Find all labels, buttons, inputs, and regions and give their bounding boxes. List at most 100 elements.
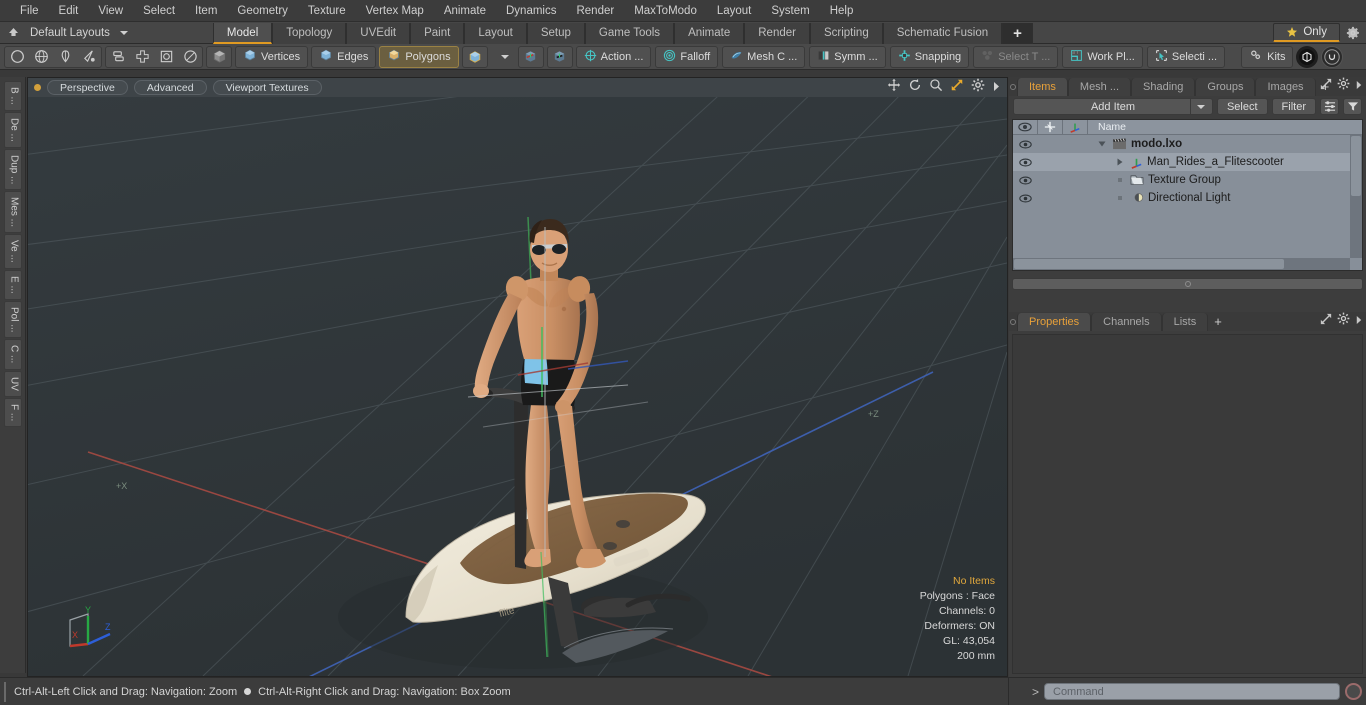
viewport-pill-perspective[interactable]: Perspective bbox=[47, 80, 128, 95]
left-rail-tab-1[interactable]: De ... bbox=[3, 111, 22, 148]
select-button[interactable]: Select bbox=[1216, 98, 1268, 115]
expand-arrows-icon[interactable] bbox=[1320, 77, 1332, 95]
layout-tab-render[interactable]: Render bbox=[744, 22, 810, 44]
eye-icon[interactable] bbox=[1013, 140, 1038, 149]
tool-action[interactable]: Action ... bbox=[575, 45, 652, 68]
menu-item-maxtomodo[interactable]: MaxToModo bbox=[624, 0, 707, 22]
zoom-magnifier-icon[interactable] bbox=[929, 78, 943, 97]
viewport-pill-viewport-textures[interactable]: Viewport Textures bbox=[212, 80, 322, 95]
tab-groups[interactable]: Groups bbox=[1195, 78, 1256, 96]
gear-icon[interactable] bbox=[1344, 24, 1362, 42]
axis-cube-black-icon[interactable] bbox=[546, 45, 573, 68]
left-rail-tab-8[interactable]: UV bbox=[3, 370, 22, 397]
ellipse-icon[interactable] bbox=[178, 46, 202, 67]
gear-icon[interactable] bbox=[1337, 312, 1350, 330]
tab-channels[interactable]: Channels bbox=[1091, 313, 1162, 331]
item-tree-vscrollbar[interactable] bbox=[1350, 135, 1362, 258]
item-tree-hscrollbar[interactable] bbox=[1013, 258, 1350, 270]
item-name-cell[interactable]: modo.lxo bbox=[1088, 138, 1362, 150]
item-tree-row[interactable]: Texture Group bbox=[1013, 171, 1362, 189]
menu-item-render[interactable]: Render bbox=[566, 0, 624, 22]
chevron-down-icon[interactable] bbox=[1189, 99, 1212, 114]
only-button[interactable]: Only bbox=[1273, 23, 1340, 42]
expand-arrows-icon[interactable] bbox=[1320, 312, 1332, 330]
record-circle-icon[interactable] bbox=[1345, 683, 1362, 700]
left-rail-tab-4[interactable]: Ve ... bbox=[3, 234, 22, 269]
axis-icon[interactable] bbox=[1063, 120, 1088, 134]
axis-gizmo[interactable]: X Y Z bbox=[58, 602, 118, 658]
left-rail-tab-6[interactable]: Pol ... bbox=[3, 300, 22, 339]
item-tree-row[interactable]: Directional Light bbox=[1013, 189, 1362, 207]
layout-tab-paint[interactable]: Paint bbox=[410, 22, 465, 44]
panel-drag-handle[interactable] bbox=[1012, 278, 1363, 290]
cross-icon[interactable] bbox=[130, 46, 154, 67]
menu-item-select[interactable]: Select bbox=[133, 0, 185, 22]
stack-icon[interactable] bbox=[106, 46, 130, 67]
menu-item-system[interactable]: System bbox=[761, 0, 819, 22]
square-dot-icon[interactable] bbox=[154, 46, 178, 67]
layout-tab-game-tools[interactable]: Game Tools bbox=[584, 22, 675, 44]
layout-tab-animate[interactable]: Animate bbox=[674, 22, 745, 44]
tool-mesh-c[interactable]: Mesh C ... bbox=[722, 45, 806, 68]
layout-tab-topology[interactable]: Topology bbox=[272, 22, 347, 44]
viewport-pill-advanced[interactable]: Advanced bbox=[133, 80, 207, 95]
tool-snapping[interactable]: Snapping bbox=[889, 45, 970, 68]
chevron-down-icon[interactable] bbox=[119, 30, 128, 35]
pen-icon[interactable] bbox=[53, 46, 77, 67]
menu-item-item[interactable]: Item bbox=[185, 0, 227, 22]
chevron-right-icon[interactable] bbox=[1355, 77, 1363, 95]
item-tree-row[interactable]: Man_Rides_a_Flitescooter bbox=[1013, 153, 1362, 171]
axis-cube-red-icon[interactable] bbox=[517, 45, 544, 68]
layout-tab-scripting[interactable]: Scripting bbox=[809, 22, 883, 44]
layout-tab-schematic-fusion[interactable]: Schematic Fusion bbox=[882, 22, 1003, 44]
modo-ball-icon[interactable] bbox=[1296, 45, 1319, 68]
unreal-engine-icon[interactable] bbox=[1321, 45, 1344, 68]
tool-symm[interactable]: Symm ... bbox=[809, 45, 886, 68]
selection-mode-polygons[interactable]: Polygons bbox=[379, 45, 459, 68]
fit-arrows-icon[interactable] bbox=[950, 78, 964, 97]
tab-mesh[interactable]: Mesh ... bbox=[1067, 78, 1132, 96]
menu-item-animate[interactable]: Animate bbox=[434, 0, 496, 22]
menu-item-layout[interactable]: Layout bbox=[707, 0, 762, 22]
item-name-cell[interactable]: Man_Rides_a_Flitescooter bbox=[1088, 156, 1362, 169]
command-input[interactable] bbox=[1044, 683, 1340, 700]
tool-falloff[interactable]: Falloff bbox=[655, 45, 719, 68]
chevron-right-icon[interactable] bbox=[992, 79, 1001, 97]
menu-item-file[interactable]: File bbox=[10, 0, 49, 22]
layout-tab-setup[interactable]: Setup bbox=[526, 22, 585, 44]
rotate-icon[interactable] bbox=[908, 78, 922, 97]
viewport-3d[interactable]: Perspective Advanced Viewport Textures +… bbox=[27, 77, 1008, 677]
viewport-canvas[interactable]: +X +Z flite X Y Z No Items Polygons: Fa… bbox=[28, 97, 1007, 676]
layout-tab-uvedit[interactable]: UVEdit bbox=[346, 22, 411, 44]
left-rail-tab-0[interactable]: B ... bbox=[3, 81, 22, 111]
item-tree-row[interactable]: modo.lxo bbox=[1013, 135, 1362, 153]
globe-icon[interactable] bbox=[29, 46, 53, 67]
eye-icon[interactable] bbox=[1013, 158, 1038, 167]
add-item-button[interactable]: Add Item bbox=[1013, 98, 1213, 115]
kits-button[interactable]: Kits bbox=[1241, 45, 1294, 68]
menu-item-view[interactable]: View bbox=[88, 0, 133, 22]
expander-right-icon[interactable] bbox=[1114, 158, 1126, 166]
left-rail-tab-5[interactable]: E ... bbox=[3, 269, 22, 300]
mode-dropdown-caret[interactable] bbox=[491, 46, 515, 68]
eye-icon[interactable] bbox=[1013, 120, 1038, 134]
selection-mode-vertices[interactable]: Vertices bbox=[235, 45, 309, 68]
pan-icon[interactable] bbox=[887, 78, 901, 97]
menu-item-geometry[interactable]: Geometry bbox=[227, 0, 298, 22]
chevron-right-icon[interactable] bbox=[1355, 312, 1363, 330]
tool-selecti[interactable]: Selecti ... bbox=[1146, 45, 1226, 68]
add-properties-tab-button[interactable]: + bbox=[1208, 313, 1228, 331]
menu-item-help[interactable]: Help bbox=[820, 0, 864, 22]
tab-properties[interactable]: Properties bbox=[1017, 313, 1092, 331]
tool-work-pl[interactable]: Work Pl... bbox=[1062, 45, 1143, 68]
funnel-icon[interactable] bbox=[1343, 98, 1362, 115]
home-up-icon[interactable] bbox=[0, 22, 26, 44]
expander-down-icon[interactable] bbox=[1096, 140, 1108, 148]
circle-icon[interactable] bbox=[5, 46, 29, 67]
selection-mode-edges[interactable]: Edges bbox=[311, 45, 377, 68]
gear-icon[interactable] bbox=[1337, 77, 1350, 95]
item-name-cell[interactable]: Texture Group bbox=[1088, 174, 1362, 186]
list-options-icon[interactable] bbox=[1320, 98, 1339, 115]
left-rail-tab-7[interactable]: C ... bbox=[3, 339, 22, 370]
gear-icon[interactable] bbox=[971, 78, 985, 97]
